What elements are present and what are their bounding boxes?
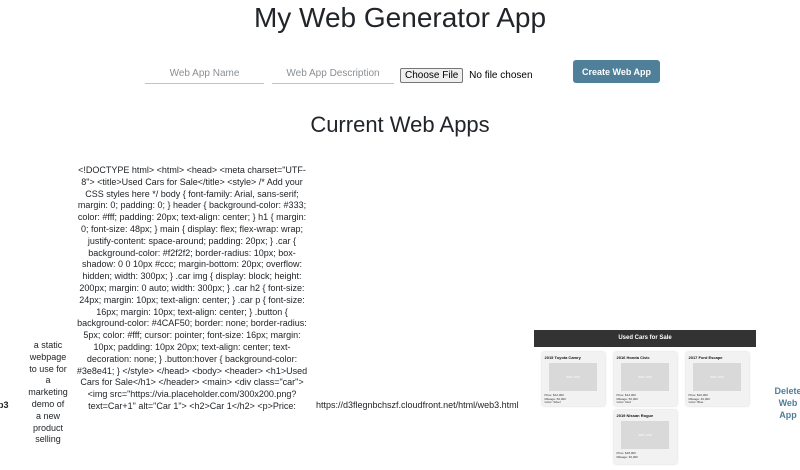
car-color: Color: Silver [544,400,561,405]
car-image-placeholder: 300 x 150 [693,363,741,391]
create-web-app-button[interactable]: Create Web App [573,60,660,83]
car-title: 2017 Ford Escape [688,355,723,360]
preview-car-card: 2017 Ford Escape 300 x 150 Price: $16,00… [685,352,749,406]
section-title: Current Web Apps [310,112,490,137]
car-title: 2015 Toyota Camry [544,355,581,360]
web-app-name-input[interactable] [145,63,264,84]
car-color: Color: Red [616,400,631,405]
web-app-description-input[interactable] [272,63,394,84]
web-app-preview: Used Cars for Sale 2015 Toyota Camry 300… [534,330,756,470]
app-title: My Web Generator App [253,2,547,33]
car-image-placeholder: 300 x 150 [621,421,669,449]
car-image-placeholder: 300 x 150 [549,363,597,391]
web-app-name: web3 [0,400,9,410]
preview-header: Used Cars for Sale [534,330,756,347]
choose-file-button[interactable]: Choose File [400,68,464,83]
preview-car-card: 2015 Toyota Camry 300 x 150 Price: $12,0… [541,352,605,406]
preview-car-card: 2019 Nissan Rogue 300 x 150 Price: $18,0… [613,410,677,464]
car-mileage: Mileage: 30,000 [616,454,638,459]
car-image-placeholder: 300 x 150 [621,363,669,391]
preview-car-card: 2016 Honda Civic 300 x 150 Price: $14,00… [613,352,677,406]
delete-web-app-link[interactable]: Delete Web App [771,386,800,421]
create-app-form: Choose File No file chosen Create Web Ap… [0,60,800,88]
web-app-description: a static webpage to use for a marketing … [28,340,68,445]
car-color: Color: Blue [688,400,704,405]
car-title: 2016 Honda Civic [616,355,650,360]
file-status-text: No file chosen [469,70,533,81]
web-app-url[interactable]: https://d3flegnbchszf.cloudfront.net/htm… [316,400,519,410]
file-picker[interactable]: Choose File No file chosen [400,68,533,83]
car-title: 2019 Nissan Rogue [616,413,654,418]
web-app-code: <!DOCTYPE html> <html> <head> <meta char… [76,165,308,411]
preview-car-list: 2015 Toyota Camry 300 x 150 Price: $12,0… [534,347,756,468]
